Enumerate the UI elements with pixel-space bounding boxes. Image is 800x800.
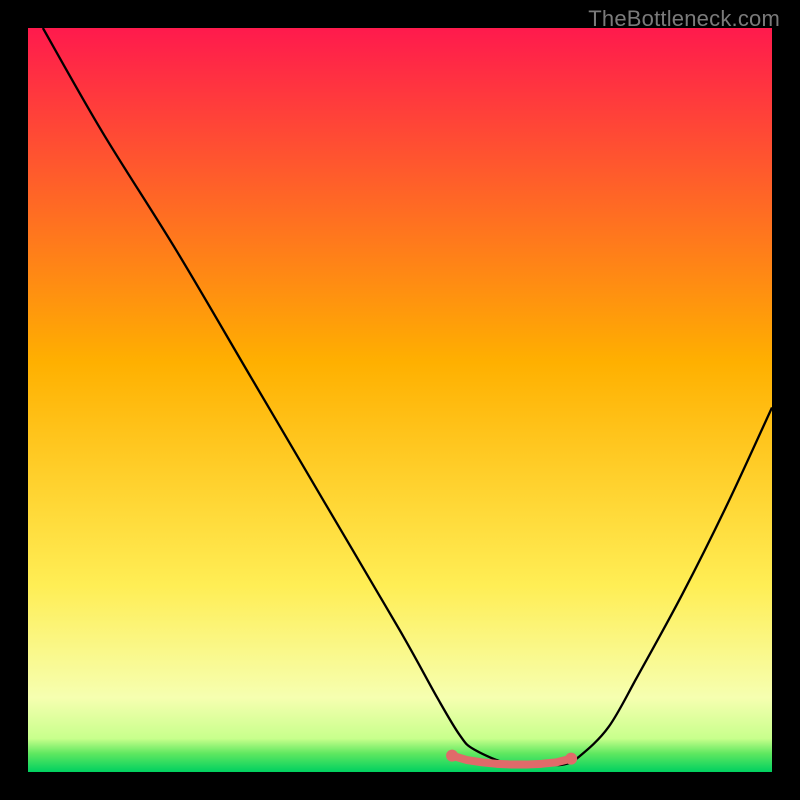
optimal-range-line — [452, 756, 571, 765]
optimal-range-markers — [446, 750, 577, 765]
chart-container: TheBottleneck.com — [0, 0, 800, 800]
optimal-range-dot — [446, 750, 458, 762]
optimal-range-dot — [565, 753, 577, 765]
curve-layer — [28, 28, 772, 772]
bottleneck-curve — [43, 28, 772, 766]
plot-area — [28, 28, 772, 772]
watermark-text: TheBottleneck.com — [588, 6, 780, 32]
